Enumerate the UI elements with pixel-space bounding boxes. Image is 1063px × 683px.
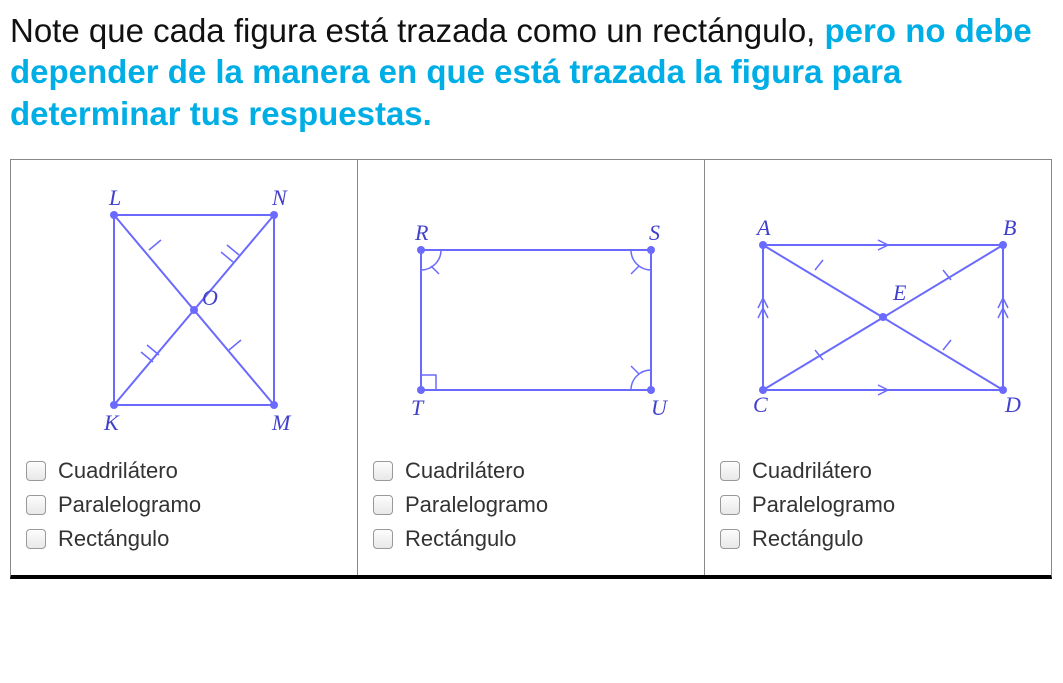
fig1-checkbox-paralelogramo[interactable] bbox=[26, 495, 46, 515]
fig1-option-label-0: Cuadrilátero bbox=[58, 458, 178, 484]
fig3-checkbox-paralelogramo[interactable] bbox=[720, 495, 740, 515]
fig1-option-label-1: Paralelogramo bbox=[58, 492, 201, 518]
figure-cell-3: A B C D E Cuadrilátero Paralelogramo bbox=[705, 160, 1051, 575]
fig3-option-cuadrilatero: Cuadrilátero bbox=[720, 458, 1036, 484]
fig2-option-label-0: Cuadrilátero bbox=[405, 458, 525, 484]
fig1-option-rectangulo: Rectángulo bbox=[26, 526, 342, 552]
fig2-label-T: T bbox=[411, 395, 425, 420]
figures-panel: L N K M O Cuadrilátero Paralelogramo bbox=[10, 159, 1052, 579]
fig3-label-A: A bbox=[755, 215, 771, 240]
figure-cell-2: R S T U Cuadrilátero Paralelogramo Rect bbox=[358, 160, 705, 575]
fig3-option-paralelogramo: Paralelogramo bbox=[720, 492, 1036, 518]
fig2-option-label-1: Paralelogramo bbox=[405, 492, 548, 518]
fig1-option-paralelogramo: Paralelogramo bbox=[26, 492, 342, 518]
figure-cell-1: L N K M O Cuadrilátero Paralelogramo bbox=[11, 160, 358, 575]
fig3-checkbox-rectangulo[interactable] bbox=[720, 529, 740, 549]
fig2-checkbox-paralelogramo[interactable] bbox=[373, 495, 393, 515]
fig1-option-label-2: Rectángulo bbox=[58, 526, 169, 552]
figure-1-canvas: L N K M O bbox=[26, 170, 342, 450]
fig1-checkbox-cuadrilatero[interactable] bbox=[26, 461, 46, 481]
fig1-label-N: N bbox=[271, 185, 288, 210]
fig3-label-E: E bbox=[892, 280, 907, 305]
fig1-label-L: L bbox=[108, 185, 121, 210]
fig3-options: Cuadrilátero Paralelogramo Rectángulo bbox=[720, 458, 1036, 552]
fig3-option-label-2: Rectángulo bbox=[752, 526, 863, 552]
fig2-option-paralelogramo: Paralelogramo bbox=[373, 492, 689, 518]
fig2-checkbox-rectangulo[interactable] bbox=[373, 529, 393, 549]
fig2-options: Cuadrilátero Paralelogramo Rectángulo bbox=[373, 458, 689, 552]
figure-3-canvas: A B C D E bbox=[720, 170, 1036, 450]
exercise-page: Note que cada figura está trazada como u… bbox=[0, 0, 1063, 579]
instruction-text: Note que cada figura está trazada como u… bbox=[10, 10, 1053, 134]
fig3-checkbox-cuadrilatero[interactable] bbox=[720, 461, 740, 481]
fig1-label-O: O bbox=[202, 285, 218, 310]
figure-1-svg: L N K M O bbox=[54, 175, 314, 445]
fig1-checkbox-rectangulo[interactable] bbox=[26, 529, 46, 549]
figure-2-svg: R S T U bbox=[381, 190, 681, 430]
fig3-label-B: B bbox=[1003, 215, 1016, 240]
figure-2-canvas: R S T U bbox=[373, 170, 689, 450]
fig2-option-rectangulo: Rectángulo bbox=[373, 526, 689, 552]
fig2-option-label-2: Rectángulo bbox=[405, 526, 516, 552]
fig2-option-cuadrilatero: Cuadrilátero bbox=[373, 458, 689, 484]
fig3-label-D: D bbox=[1004, 392, 1021, 417]
fig2-label-R: R bbox=[414, 220, 429, 245]
figure-3-svg: A B C D E bbox=[723, 190, 1033, 430]
fig1-label-K: K bbox=[103, 410, 120, 435]
fig3-option-label-1: Paralelogramo bbox=[752, 492, 895, 518]
fig1-option-cuadrilatero: Cuadrilátero bbox=[26, 458, 342, 484]
fig1-options: Cuadrilátero Paralelogramo Rectángulo bbox=[26, 458, 342, 552]
fig2-label-S: S bbox=[649, 220, 660, 245]
fig2-label-U: U bbox=[651, 395, 669, 420]
fig2-checkbox-cuadrilatero[interactable] bbox=[373, 461, 393, 481]
fig1-label-M: M bbox=[271, 410, 292, 435]
fig3-label-C: C bbox=[753, 392, 768, 417]
fig3-option-rectangulo: Rectángulo bbox=[720, 526, 1036, 552]
instruction-plain: Note que cada figura está trazada como u… bbox=[10, 12, 825, 49]
fig3-option-label-0: Cuadrilátero bbox=[752, 458, 872, 484]
